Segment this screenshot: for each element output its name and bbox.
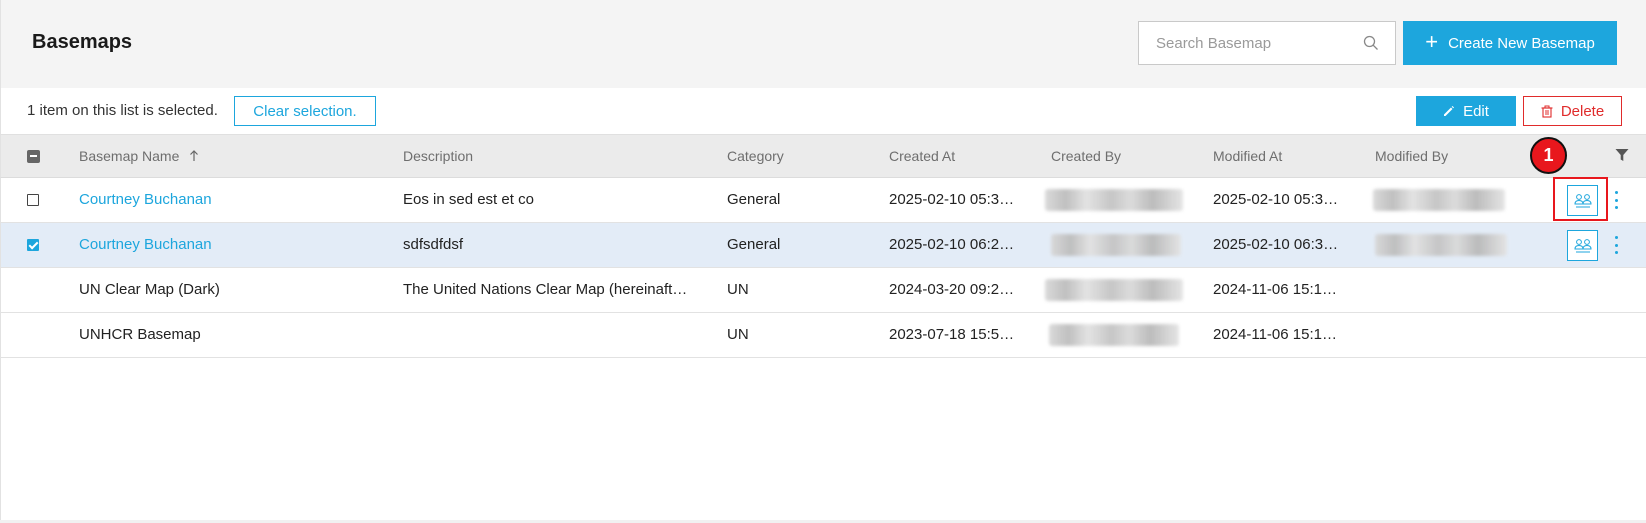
basemap-category: General — [727, 236, 781, 253]
modified-at: 2025-02-10 05:3… — [1213, 191, 1339, 208]
basemap-category: UN — [727, 326, 749, 343]
page-title: Basemaps — [32, 31, 133, 53]
create-basemap-button[interactable]: + Create New Basemap — [1403, 21, 1617, 65]
basemap-name: UNHCR Basemap — [79, 326, 201, 343]
table-row[interactable]: UNHCR Basemap UN 2023-07-18 15:5… 2024-1… — [0, 313, 1646, 358]
table-row[interactable]: UN Clear Map (Dark) The United Nations C… — [0, 268, 1646, 313]
search-box[interactable] — [1138, 21, 1396, 65]
modified-at: 2024-11-06 15:1… — [1213, 281, 1337, 298]
created-by-redacted — [1045, 189, 1183, 211]
created-by-redacted — [1051, 234, 1181, 256]
created-at: 2025-02-10 06:2… — [889, 236, 1015, 253]
selection-status: 1 item on this list is selected. — [27, 102, 218, 119]
delete-label: Delete — [1560, 102, 1605, 120]
delete-button[interactable]: Delete — [1523, 96, 1622, 126]
column-header-modified-at[interactable]: Modified At — [1213, 148, 1282, 164]
created-at: 2023-07-18 15:5… — [889, 326, 1015, 343]
row-checkbox[interactable] — [27, 239, 39, 251]
clear-selection-button[interactable]: Clear selection. — [234, 96, 376, 126]
column-header-created-at[interactable]: Created At — [889, 148, 955, 164]
basemap-description: sdfsdfdsf — [403, 236, 464, 253]
created-at: 2025-02-10 05:3… — [889, 191, 1015, 208]
annotation-badge: 1 — [1530, 137, 1567, 174]
basemap-category: UN — [727, 281, 749, 298]
created-by-redacted — [1049, 324, 1179, 346]
more-options-icon[interactable] — [1613, 236, 1619, 254]
column-header-created-by[interactable]: Created By — [1051, 148, 1121, 164]
modified-by-redacted — [1373, 189, 1505, 211]
modified-by-redacted — [1375, 234, 1507, 256]
selection-bar: 1 item on this list is selected. Clear s… — [0, 88, 1646, 134]
empty-table-area — [0, 358, 1646, 523]
table-row[interactable]: Courtney Buchanan sdfsdfdsf General 2025… — [0, 223, 1646, 268]
annotation-highlight-box — [1553, 177, 1608, 221]
edit-label: Edit — [1463, 102, 1489, 120]
plus-icon: + — [1425, 29, 1439, 54]
table-row[interactable]: Courtney Buchanan Eos in sed est et co G… — [0, 178, 1646, 223]
sort-ascending-icon[interactable] — [189, 150, 199, 162]
column-header-modified-by[interactable]: Modified By — [1375, 148, 1448, 164]
basemap-category: General — [727, 191, 781, 208]
modified-at: 2025-02-10 06:3… — [1213, 236, 1339, 253]
basemap-description: Eos in sed est et co — [403, 191, 534, 208]
created-at: 2024-03-20 09:2… — [889, 281, 1015, 298]
basemap-name-link[interactable]: Courtney Buchanan — [79, 191, 379, 208]
column-header-name[interactable]: Basemap Name — [79, 148, 199, 164]
share-button[interactable] — [1567, 230, 1598, 261]
pencil-icon — [1444, 106, 1455, 116]
column-header-category[interactable]: Category — [727, 148, 784, 164]
filter-icon[interactable] — [1615, 148, 1629, 162]
created-by-redacted — [1045, 279, 1183, 301]
select-all-checkbox[interactable] — [27, 150, 40, 163]
trash-icon — [1541, 105, 1553, 118]
basemap-description: The United Nations Clear Map (hereinaft… — [403, 281, 688, 298]
column-header-description[interactable]: Description — [403, 148, 473, 164]
basemap-name: UN Clear Map (Dark) — [79, 281, 220, 298]
modified-at: 2024-11-06 15:1… — [1213, 326, 1337, 343]
users-icon — [1573, 238, 1592, 252]
basemap-name-link[interactable]: Courtney Buchanan — [79, 236, 379, 253]
search-icon[interactable] — [1363, 35, 1379, 51]
page-header: Basemaps + Create New Basemap — [0, 0, 1646, 88]
table-header: Basemap Name Description Category Create… — [0, 134, 1646, 178]
more-options-icon[interactable] — [1613, 191, 1619, 209]
edit-button[interactable]: Edit — [1416, 96, 1516, 126]
search-input[interactable] — [1139, 22, 1359, 64]
create-basemap-label: Create New Basemap — [1448, 34, 1595, 52]
row-checkbox[interactable] — [27, 194, 39, 206]
